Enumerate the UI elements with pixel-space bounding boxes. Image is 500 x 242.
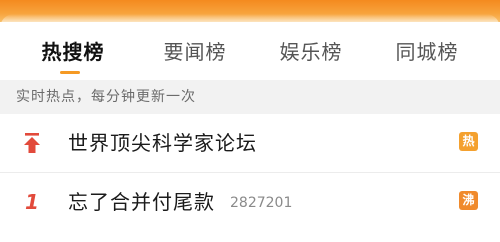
tab-local[interactable]: 同城榜 xyxy=(392,37,462,67)
rank-number: 1 xyxy=(25,190,39,214)
realtime-notice-bar: 实时热点，每分钟更新一次 xyxy=(0,80,500,114)
list-item[interactable]: 世界顶尖科学家论坛 热 xyxy=(0,114,500,172)
list-item-title: 忘了合并付尾款 xyxy=(68,190,215,214)
active-tab-indicator xyxy=(60,71,80,74)
tab-hot-search[interactable]: 热搜榜 xyxy=(38,37,108,67)
list-item-count: 2827201 xyxy=(230,195,293,211)
hot-badge: 热 xyxy=(459,132,478,151)
list-item-title: 世界顶尖科学家论坛 xyxy=(68,131,257,155)
boiling-badge: 沸 xyxy=(459,191,478,210)
realtime-notice-text: 实时热点，每分钟更新一次 xyxy=(16,89,196,105)
ranking-tabs: 热搜榜 要闻榜 娱乐榜 同城榜 xyxy=(0,22,500,78)
tab-entertainment[interactable]: 娱乐榜 xyxy=(276,37,346,67)
tab-news[interactable]: 要闻榜 xyxy=(160,37,230,67)
pin-top-icon xyxy=(18,130,46,156)
list-item[interactable]: 1 忘了合并付尾款 2827201 沸 xyxy=(0,173,500,231)
